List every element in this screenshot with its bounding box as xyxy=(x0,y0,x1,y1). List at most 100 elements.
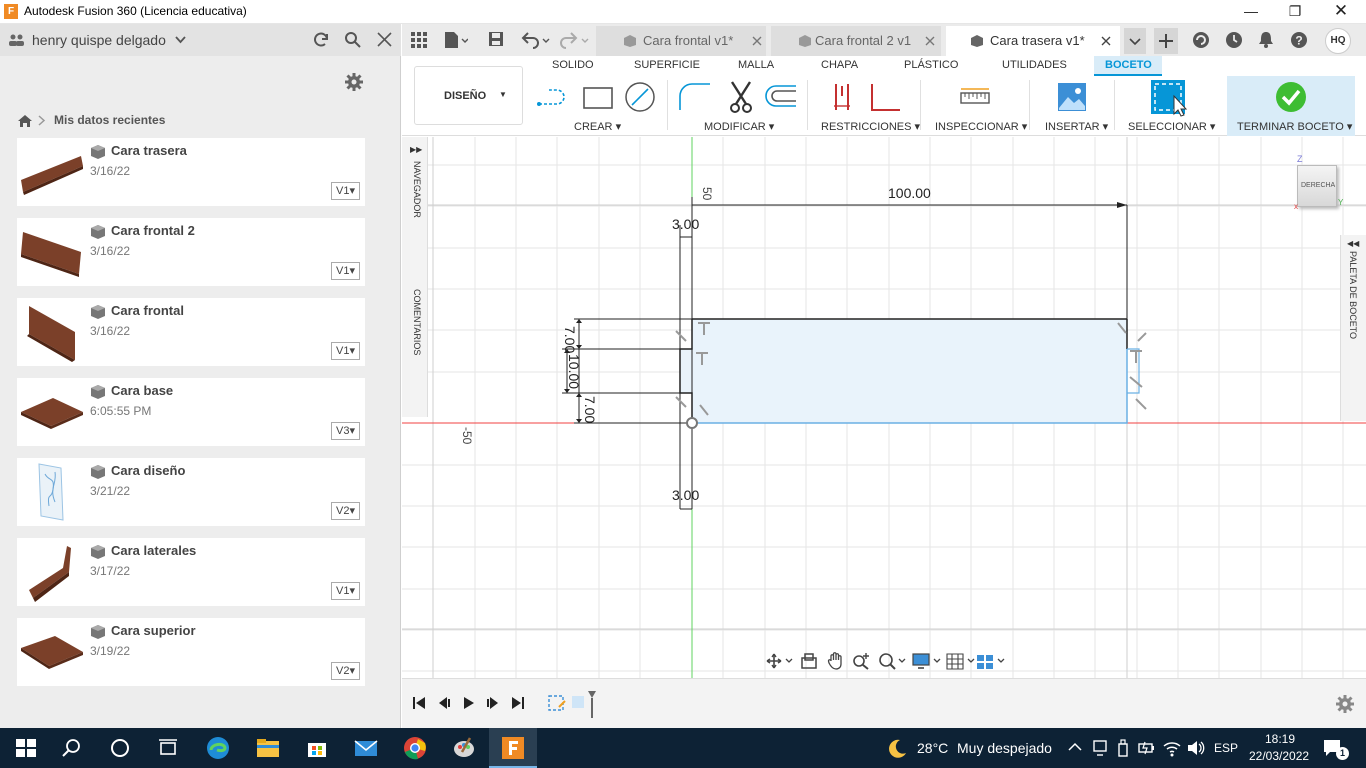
tab-malla[interactable]: MALLA xyxy=(738,59,774,71)
home-icon[interactable] xyxy=(17,114,33,127)
list-item[interactable]: Cara trasera 3/16/22 V1▾ xyxy=(17,138,365,206)
save-icon[interactable] xyxy=(488,31,504,47)
clock-time[interactable]: 18:19 xyxy=(1265,732,1295,746)
browser-collapsed-panel[interactable]: ▶▶ NAVEGADOR COMENTARIOS xyxy=(402,137,428,417)
close-panel-icon[interactable] xyxy=(377,32,392,47)
tab-utilidades[interactable]: UTILIDADES xyxy=(1002,59,1067,71)
orbit-pan-icon[interactable] xyxy=(766,653,794,669)
group-inspeccionar[interactable]: INSPECCIONAR ▾ xyxy=(935,120,1027,133)
user-avatar[interactable]: HQ xyxy=(1325,28,1351,54)
new-tab-button[interactable] xyxy=(1154,28,1178,54)
tab-chapa[interactable]: CHAPA xyxy=(821,59,858,71)
offset-tool-icon[interactable] xyxy=(764,84,798,110)
pan-hand-icon[interactable] xyxy=(827,652,845,670)
version-badge[interactable]: V1▾ xyxy=(331,262,360,280)
user-name[interactable]: henry quispe delgado xyxy=(32,32,166,48)
restore-button[interactable]: ❐ xyxy=(1272,0,1318,24)
list-item[interactable]: Cara laterales 3/17/22 V1▾ xyxy=(17,538,365,606)
fusion-taskbar-button[interactable] xyxy=(489,728,537,768)
minimize-button[interactable]: — xyxy=(1228,0,1274,24)
extensions-icon[interactable] xyxy=(1192,31,1210,49)
dimension-h1[interactable]: 7.00 xyxy=(562,326,578,353)
breadcrumb[interactable]: Mis datos recientes xyxy=(54,113,165,127)
device-icon[interactable] xyxy=(1092,739,1108,757)
dimension-h3[interactable]: 7.00 xyxy=(582,396,598,423)
redo-icon[interactable] xyxy=(560,31,590,49)
list-item[interactable]: Cara base 6:05:55 PM V3▾ xyxy=(17,378,365,446)
tab-solido[interactable]: SOLIDO xyxy=(552,59,594,71)
version-badge[interactable]: V1▾ xyxy=(331,582,360,600)
battery-plug-icon[interactable] xyxy=(1138,739,1156,757)
insert-image-icon[interactable] xyxy=(1057,82,1087,112)
perpendicular-constraint-icon[interactable] xyxy=(868,82,902,112)
dimension-width[interactable]: 100.00 xyxy=(888,185,931,201)
finish-sketch-button[interactable]: TERMINAR BOCETO ▾ xyxy=(1227,76,1355,136)
timeline-settings-gear-icon[interactable] xyxy=(1336,695,1354,713)
grid-snap-icon[interactable] xyxy=(946,652,976,670)
close-window-button[interactable]: ✕ xyxy=(1318,0,1364,24)
dimension-thickness-top[interactable]: 3.00 xyxy=(672,216,699,232)
list-item[interactable]: Cara diseño 3/21/22 V2▾ xyxy=(17,458,365,526)
task-view-icon[interactable] xyxy=(156,736,180,760)
version-badge[interactable]: V1▾ xyxy=(331,182,360,200)
go-to-start-icon[interactable] xyxy=(412,696,426,710)
group-seleccionar[interactable]: SELECCIONAR ▾ xyxy=(1128,120,1215,133)
sketch-profile[interactable] xyxy=(680,319,1127,423)
clock-date[interactable]: 22/03/2022 xyxy=(1249,749,1309,763)
close-tab-icon[interactable] xyxy=(752,36,762,46)
viewports-icon[interactable] xyxy=(976,652,1006,670)
version-badge[interactable]: V2▾ xyxy=(331,502,360,520)
tab-plastico[interactable]: PLÁSTICO xyxy=(904,59,958,71)
search-icon[interactable] xyxy=(60,736,84,760)
workspace-switcher[interactable]: DISEÑO ▼ xyxy=(414,66,523,125)
settings-gear-icon[interactable] xyxy=(345,73,363,91)
group-crear[interactable]: CREAR ▾ xyxy=(574,120,621,133)
display-settings-icon[interactable] xyxy=(912,652,942,670)
measure-ruler-icon[interactable] xyxy=(960,87,990,107)
usb-drive-icon[interactable] xyxy=(1116,739,1130,757)
weather-text[interactable]: Muy despejado xyxy=(957,740,1052,756)
chevron-down-icon[interactable] xyxy=(175,36,186,44)
view-cube[interactable]: DERECHA xyxy=(1297,165,1337,207)
sketch-canvas[interactable]: 100.00 3.00 3.00 7.00 10.00 7.00 50 -50 … xyxy=(402,137,1366,678)
step-back-icon[interactable] xyxy=(437,696,451,710)
version-badge[interactable]: V1▾ xyxy=(331,342,360,360)
edge-browser-icon[interactable] xyxy=(206,736,230,760)
timeline-feature-marker-icon[interactable] xyxy=(570,690,596,718)
undo-icon[interactable] xyxy=(521,31,551,49)
file-menu-icon[interactable] xyxy=(444,31,468,49)
line-tool-icon[interactable] xyxy=(537,84,571,112)
zoom-icon[interactable] xyxy=(852,652,870,670)
go-to-end-icon[interactable] xyxy=(511,696,525,710)
volume-icon[interactable] xyxy=(1186,739,1206,757)
help-icon[interactable]: ? xyxy=(1290,31,1308,49)
close-tab-icon[interactable] xyxy=(925,36,935,46)
list-item[interactable]: Cara frontal 3/16/22 V1▾ xyxy=(17,298,365,366)
chevron-up-icon[interactable] xyxy=(1068,742,1082,752)
tab-cara-frontal[interactable]: Cara frontal v1* xyxy=(596,26,766,56)
job-status-icon[interactable] xyxy=(1225,31,1243,49)
group-insertar[interactable]: INSERTAR ▾ xyxy=(1045,120,1108,133)
group-restricciones[interactable]: RESTRICCIONES ▾ xyxy=(821,120,920,133)
rectangle-tool-icon[interactable] xyxy=(582,84,614,112)
tab-superficie[interactable]: SUPERFICIE xyxy=(634,59,700,71)
collapse-arrows-icon[interactable]: ◀◀ xyxy=(1347,239,1359,248)
sketch-palette-panel[interactable]: ◀◀ PALETA DE BOCETO xyxy=(1340,235,1366,421)
timeline-sketch-icon[interactable] xyxy=(547,692,569,714)
paint-icon[interactable] xyxy=(452,736,476,760)
group-modificar[interactable]: MODIFICAR ▾ xyxy=(704,120,774,133)
close-tab-icon[interactable] xyxy=(1101,36,1111,46)
notifications-bell-icon[interactable] xyxy=(1258,31,1274,49)
list-item[interactable]: Cara superior 3/19/22 V2▾ xyxy=(17,618,365,686)
windows-start-icon[interactable] xyxy=(14,736,38,760)
tab-cara-trasera[interactable]: Cara trasera v1* xyxy=(946,26,1120,56)
fillet-tool-icon[interactable] xyxy=(678,82,712,112)
fit-zoom-icon[interactable] xyxy=(878,652,906,670)
step-forward-icon[interactable] xyxy=(486,696,500,710)
version-badge[interactable]: V2▾ xyxy=(331,662,360,680)
tab-cara-frontal-2[interactable]: Cara frontal 2 v1 xyxy=(771,26,941,56)
trim-scissors-icon[interactable] xyxy=(728,80,754,114)
microsoft-store-icon[interactable] xyxy=(305,736,329,760)
play-icon[interactable] xyxy=(462,696,476,710)
file-explorer-icon[interactable] xyxy=(256,736,280,760)
